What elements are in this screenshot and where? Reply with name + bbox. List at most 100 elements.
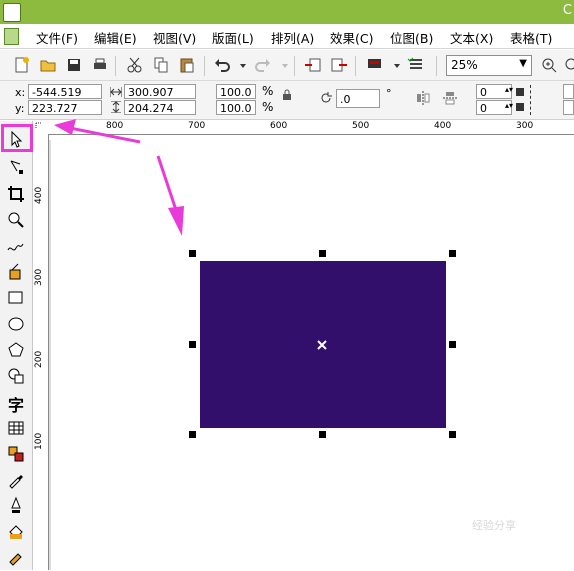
menu-text[interactable]: 文本(X) <box>450 28 493 47</box>
height-field[interactable]: 204.274 mm <box>124 100 196 130</box>
selection-handle-left[interactable] <box>189 341 196 348</box>
chevron-down-icon: ▼ <box>519 58 527 69</box>
ruler-left-label: 300 <box>34 268 44 286</box>
cut-icon[interactable] <box>126 56 144 74</box>
new-document-icon[interactable] <box>13 56 31 74</box>
menu-edit[interactable]: 编辑(E) <box>94 28 137 47</box>
toolbox: 字 <box>0 121 33 570</box>
corner-radius-top-field[interactable] <box>563 84 574 99</box>
center-x-icon[interactable] <box>317 339 327 350</box>
zoom-level-select[interactable]: 25% ▼ <box>446 55 532 76</box>
percent-x-label: % <box>262 84 274 98</box>
spin-b-icon[interactable]: ▴▾ <box>505 101 513 114</box>
app-icon <box>3 3 21 22</box>
spin-a-icon[interactable]: ▴▾ <box>505 85 513 98</box>
selection-handle-top-right[interactable] <box>449 250 456 257</box>
scale-x-field[interactable]: 100.0 <box>216 84 256 99</box>
rotation-icon <box>320 92 332 104</box>
welcome-screen-icon[interactable] <box>407 56 425 74</box>
selection-handle-right[interactable] <box>449 341 456 348</box>
menu-file[interactable]: 文件(F) <box>36 28 78 47</box>
property-bar: x: -544.519 mm y: 223.727 mm 300.907 mm … <box>0 81 574 130</box>
fill-tool-icon[interactable] <box>6 522 26 542</box>
mirror-vertical-icon[interactable] <box>442 90 458 106</box>
zoom-tool-icon[interactable] <box>6 210 26 230</box>
document-icon[interactable] <box>4 28 19 45</box>
corner-radius-bottom-field[interactable] <box>563 100 574 115</box>
page-edge <box>49 140 51 570</box>
print-icon[interactable] <box>91 56 109 74</box>
ruler-origin[interactable] <box>33 121 49 135</box>
undo-dropdown-icon[interactable] <box>234 56 246 74</box>
selection-handle-top[interactable] <box>319 250 326 257</box>
menu-arrange[interactable]: 排列(A) <box>271 28 314 47</box>
x-position-field[interactable]: -544.519 mm <box>28 84 102 114</box>
interactive-fill-tool-icon[interactable] <box>6 548 26 568</box>
selection-handle-bottom-left[interactable] <box>189 431 196 438</box>
percent-y-label: % <box>262 100 274 114</box>
rectangle-tool-icon[interactable] <box>6 288 26 308</box>
text-tool-icon[interactable]: 字 <box>6 392 26 415</box>
zoom-in-icon[interactable] <box>540 56 558 74</box>
shape-tool-icon[interactable] <box>6 157 26 177</box>
redo-dropdown-icon[interactable] <box>276 56 288 74</box>
zoom-tool-icon[interactable] <box>563 56 574 74</box>
ruler-top-label: 600 <box>270 121 288 131</box>
x-label: x: <box>15 86 26 99</box>
title-bar: C <box>0 0 574 24</box>
annotation-arrow-down-icon <box>156 155 184 236</box>
annotation-arrow-left-icon <box>54 119 141 144</box>
export-icon[interactable] <box>330 56 348 74</box>
ruler-top-label: 400 <box>434 121 452 131</box>
vertical-ruler[interactable]: 400 300 200 100 <box>33 134 49 570</box>
table-tool-icon[interactable] <box>6 418 26 438</box>
ellipse-tool-icon[interactable] <box>6 314 26 334</box>
rotation-angle-field[interactable]: .0 <box>336 89 380 108</box>
degree-label: ° <box>386 87 392 100</box>
undo-icon[interactable] <box>213 56 231 74</box>
menu-table[interactable]: 表格(T) <box>510 28 552 47</box>
interactive-blend-tool-icon[interactable] <box>6 444 26 464</box>
smart-fill-tool-icon[interactable] <box>6 262 26 282</box>
selection-handle-bottom[interactable] <box>319 431 326 438</box>
width-field[interactable]: 300.907 mm <box>124 84 196 114</box>
height-icon <box>111 100 121 114</box>
polygon-tool-icon[interactable] <box>6 340 26 360</box>
ruler-top-label: 300 <box>516 121 534 131</box>
mirror-horizontal-icon[interactable] <box>415 90 431 106</box>
ruler-left-label: 100 <box>34 432 44 450</box>
selection-handle-top-left[interactable] <box>189 250 196 257</box>
paste-icon[interactable] <box>178 56 196 74</box>
import-icon[interactable] <box>304 56 322 74</box>
ruler-top-label: 500 <box>352 121 370 131</box>
lock-ratio-icon[interactable] <box>282 89 292 101</box>
freehand-tool-icon[interactable] <box>6 236 26 256</box>
menu-effects[interactable]: 效果(C) <box>330 28 373 47</box>
menu-bitmaps[interactable]: 位图(B) <box>390 28 433 47</box>
basic-shapes-tool-icon[interactable] <box>6 366 26 386</box>
redo-icon[interactable] <box>254 56 272 74</box>
y-position-field[interactable]: 223.727 mm <box>28 100 102 130</box>
spin-a-arrow-icon[interactable] <box>516 88 524 96</box>
menu-bar: 文件(F) 编辑(E) 视图(V) 版面(L) 排列(A) 效果(C) 位图(B… <box>0 24 574 49</box>
crop-tool-icon[interactable] <box>6 184 26 204</box>
application-launcher-icon[interactable] <box>366 56 384 74</box>
spin-b-arrow-icon[interactable] <box>516 103 524 111</box>
corner-bracket-icon <box>530 85 541 115</box>
watermark: 经验分享 <box>472 519 516 532</box>
y-label: y: <box>15 102 25 115</box>
menu-layout[interactable]: 版面(L) <box>212 28 254 47</box>
outline-pen-tool-icon[interactable] <box>6 496 26 516</box>
pick-tool-highlight <box>1 124 33 152</box>
copy-icon[interactable] <box>152 56 170 74</box>
launcher-dropdown-icon[interactable] <box>388 56 400 74</box>
window-title: C <box>562 3 572 18</box>
selection-handle-bottom-right[interactable] <box>449 431 456 438</box>
scale-y-field[interactable]: 100.0 <box>216 100 256 115</box>
eyedropper-tool-icon[interactable] <box>6 470 26 490</box>
open-folder-icon[interactable] <box>39 56 57 74</box>
width-icon <box>109 86 123 97</box>
save-icon[interactable] <box>65 56 83 74</box>
menu-view[interactable]: 视图(V) <box>153 28 196 47</box>
ruler-left-label: 200 <box>34 350 44 368</box>
